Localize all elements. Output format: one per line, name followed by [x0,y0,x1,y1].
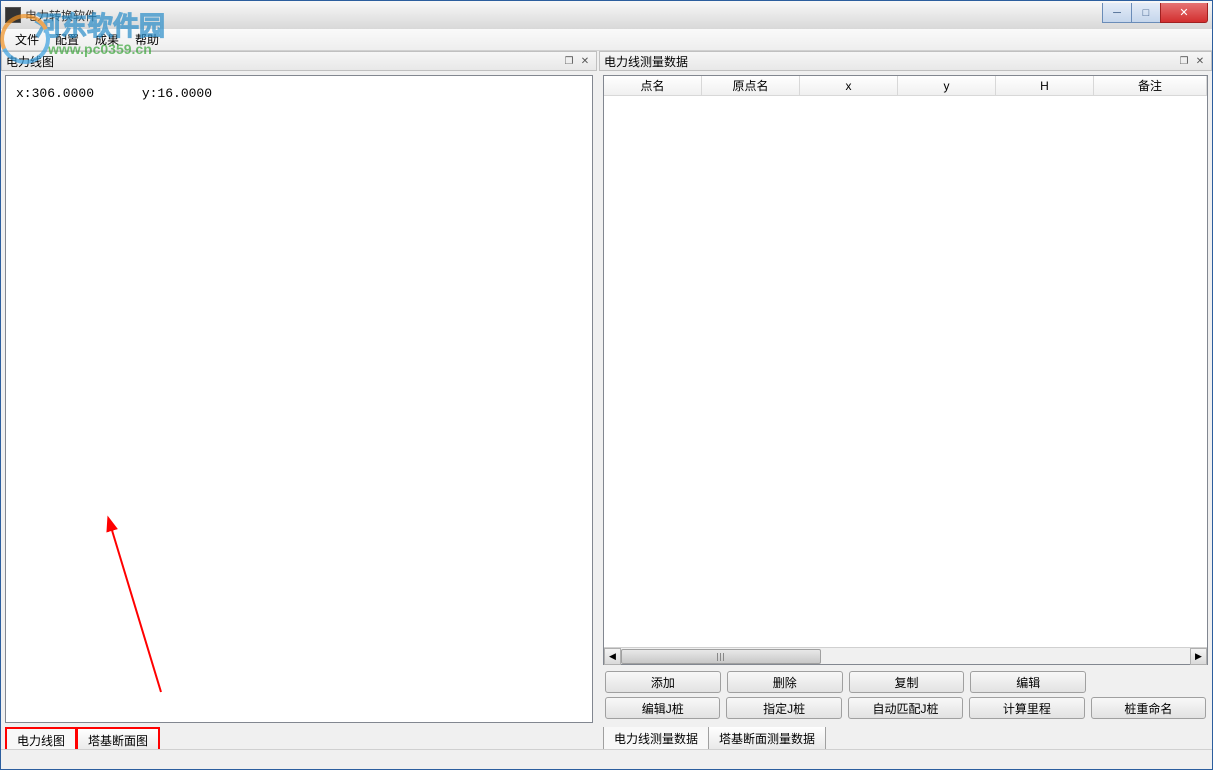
scroll-thumb[interactable] [621,649,821,664]
left-dock-header: 电力线图 ❐ ✕ [1,51,597,71]
add-button[interactable]: 添加 [605,671,721,693]
tab-tower-section-data[interactable]: 塔基断面测量数据 [708,727,826,751]
annotation-arrow [51,512,171,712]
calc-mileage-button[interactable]: 计算里程 [969,697,1084,719]
coords-readout: x:306.0000 y:16.0000 [16,86,212,101]
right-tabs: 电力线测量数据 塔基断面测量数据 [599,727,1212,749]
statusbar [1,749,1212,769]
tab-power-line-data[interactable]: 电力线测量数据 [603,727,709,751]
assign-j-pile-button[interactable]: 指定J桩 [726,697,841,719]
menubar: 文件 配置 成果 帮助 [1,29,1212,51]
right-dock-close-icon[interactable]: ✕ [1193,54,1207,68]
col-h[interactable]: H [996,76,1094,95]
close-button[interactable]: ✕ [1160,3,1208,23]
left-dock-float-icon[interactable]: ❐ [562,54,576,68]
data-table[interactable]: 点名 原点名 x y H 备注 ◀ ▶ [604,76,1207,664]
menu-help[interactable]: 帮助 [127,28,167,51]
scroll-right-icon[interactable]: ▶ [1190,648,1207,665]
left-canvas[interactable]: x:306.0000 y:16.0000 [5,75,593,723]
right-dock-header: 电力线测量数据 ❐ ✕ [599,51,1212,71]
minimize-button[interactable]: ─ [1102,3,1132,23]
col-y[interactable]: y [898,76,996,95]
coord-x: x:306.0000 [16,86,94,101]
titlebar: 电力转换软件 ─ □ ✕ [1,1,1212,29]
edit-button[interactable]: 编辑 [970,671,1086,693]
horizontal-scrollbar[interactable]: ◀ ▶ [604,647,1207,664]
coord-y: y:16.0000 [142,86,212,101]
menu-config[interactable]: 配置 [47,28,87,51]
rename-pile-button[interactable]: 桩重命名 [1091,697,1206,719]
col-remark[interactable]: 备注 [1094,76,1207,95]
right-dock-title: 电力线测量数据 [604,53,1175,70]
left-dock-title: 电力线图 [6,53,560,70]
menu-result[interactable]: 成果 [87,28,127,51]
scroll-track[interactable] [621,648,1190,665]
app-icon [5,7,21,23]
table-header: 点名 原点名 x y H 备注 [604,76,1207,96]
col-orig-point-name[interactable]: 原点名 [702,76,800,95]
left-tabs: 电力线图 塔基断面图 [1,727,597,749]
menu-file[interactable]: 文件 [7,28,47,51]
copy-button[interactable]: 复制 [849,671,965,693]
delete-button[interactable]: 删除 [727,671,843,693]
maximize-button[interactable]: □ [1131,3,1161,23]
col-x[interactable]: x [800,76,898,95]
right-dock-float-icon[interactable]: ❐ [1177,54,1191,68]
left-dock-close-icon[interactable]: ✕ [578,54,592,68]
auto-match-j-pile-button[interactable]: 自动匹配J桩 [848,697,963,719]
scroll-left-icon[interactable]: ◀ [604,648,621,665]
edit-j-pile-button[interactable]: 编辑J桩 [605,697,720,719]
window-title: 电力转换软件 [25,7,1103,24]
col-point-name[interactable]: 点名 [604,76,702,95]
